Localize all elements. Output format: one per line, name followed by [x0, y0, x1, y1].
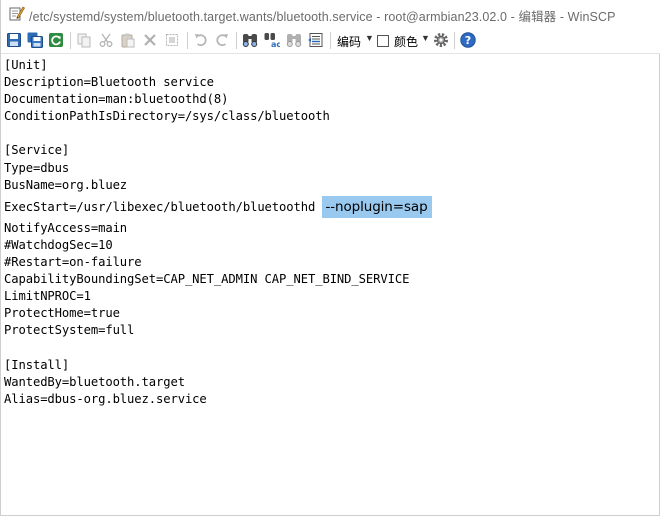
- title-bar: /etc/systemd/system/bluetooth.target.wan…: [1, 0, 660, 28]
- editor-line: CapabilityBoundingSet=CAP_NET_ADMIN CAP_…: [4, 272, 410, 286]
- goto-line-icon[interactable]: [307, 31, 325, 49]
- help-icon[interactable]: ?: [459, 31, 477, 49]
- redo-icon[interactable]: [213, 31, 231, 49]
- editor-line: Description=Bluetooth service: [4, 75, 214, 89]
- editor-line: #Restart=on-failure: [4, 255, 142, 269]
- editor-line: ConditionPathIsDirectory=/sys/class/blue…: [4, 109, 330, 123]
- editor-line: Documentation=man:bluetoothd(8): [4, 92, 229, 106]
- cut-icon[interactable]: [97, 31, 115, 49]
- window-title: /etc/systemd/system/bluetooth.target.wan…: [29, 10, 616, 24]
- replace-icon[interactable]: ac: [263, 31, 281, 49]
- editor-line: BusName=org.bluez: [4, 178, 128, 192]
- encoding-button-label[interactable]: 编码: [337, 33, 361, 50]
- toolbar-separator: [236, 32, 237, 49]
- find-icon[interactable]: [241, 31, 259, 49]
- copy-icon[interactable]: [75, 31, 93, 49]
- text-editor-area[interactable]: [Unit] Description=Bluetooth service Doc…: [1, 54, 659, 515]
- editor-window: /etc/systemd/system/bluetooth.target.wan…: [0, 0, 660, 516]
- editor-line: [Service]: [4, 143, 70, 157]
- toolbar-separator: [330, 32, 331, 49]
- editor-line-text: ExecStart=/usr/libexec/bluetooth/bluetoo…: [4, 200, 323, 214]
- color-checkbox[interactable]: [377, 35, 389, 47]
- reload-icon[interactable]: [47, 31, 65, 49]
- svg-text:ac: ac: [271, 40, 280, 48]
- editor-line: ProtectHome=true: [4, 306, 120, 320]
- editor-line: Type=dbus: [4, 161, 70, 175]
- color-dropdown-arrow-icon[interactable]: ▼: [421, 33, 430, 43]
- selected-text[interactable]: --noplugin=sap: [322, 196, 432, 218]
- delete-icon[interactable]: [141, 31, 159, 49]
- editor-line-execstart: ExecStart=/usr/libexec/bluetooth/bluetoo…: [4, 196, 432, 218]
- editor-document-icon: [8, 5, 25, 22]
- undo-icon[interactable]: [192, 31, 210, 49]
- settings-icon[interactable]: [432, 31, 450, 49]
- save-icon[interactable]: [5, 31, 23, 49]
- editor-line: NotifyAccess=main: [4, 221, 128, 235]
- toolbar-separator: [70, 32, 71, 49]
- editor-line: [Unit]: [4, 58, 48, 72]
- encoding-dropdown-arrow-icon[interactable]: ▼: [365, 33, 374, 43]
- editor-line: Alias=dbus-org.bluez.service: [4, 392, 207, 406]
- editor-line: [Install]: [4, 358, 70, 372]
- find-next-icon[interactable]: [285, 31, 303, 49]
- color-button-label[interactable]: 颜色: [394, 33, 418, 50]
- paste-icon[interactable]: [119, 31, 137, 49]
- editor-line: LimitNPROC=1: [4, 289, 91, 303]
- editor-line: WantedBy=bluetooth.target: [4, 375, 185, 389]
- toolbar-separator: [187, 32, 188, 49]
- save-all-icon[interactable]: [26, 31, 44, 49]
- select-all-icon[interactable]: [163, 31, 181, 49]
- svg-text:?: ?: [465, 34, 471, 47]
- editor-line: ProtectSystem=full: [4, 323, 135, 337]
- toolbar: ac 编码 ▼ 颜色 ▼ ?: [1, 28, 660, 54]
- toolbar-separator: [454, 32, 455, 49]
- editor-line: #WatchdogSec=10: [4, 238, 113, 252]
